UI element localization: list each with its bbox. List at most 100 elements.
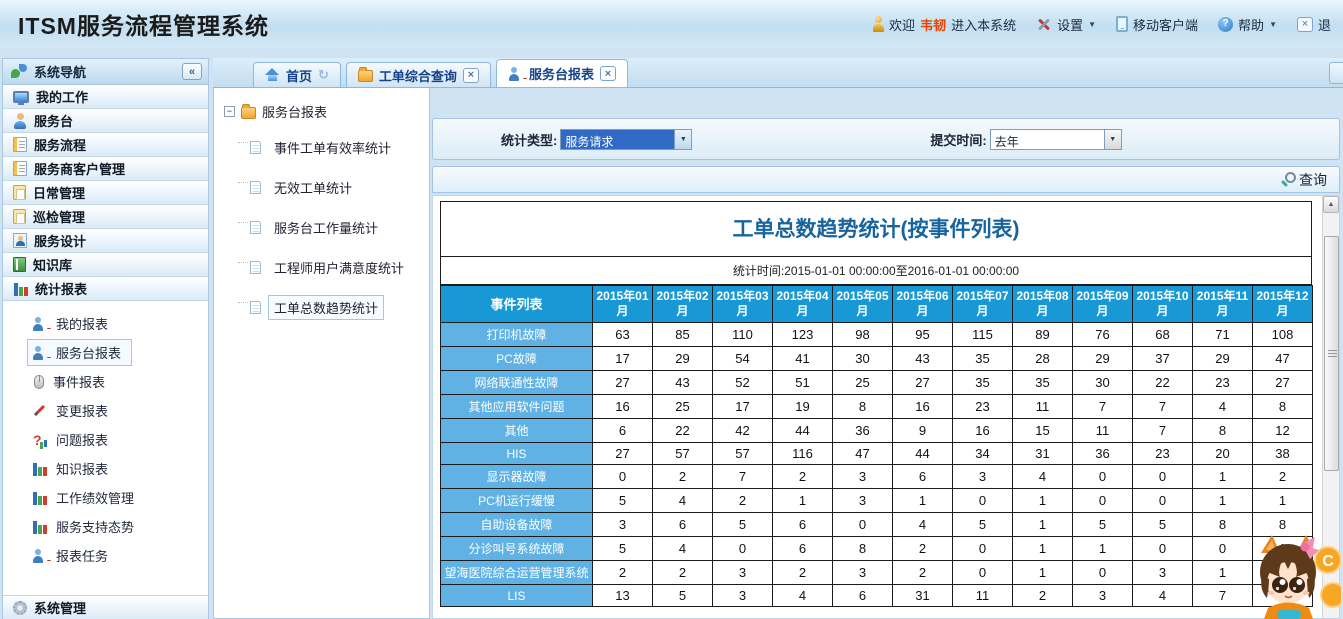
table-corner-header: 事件列表 [441, 286, 593, 323]
sidebar-item[interactable]: 服务设计 [3, 229, 208, 253]
person-report-icon [32, 316, 47, 332]
value-cell: 57 [653, 443, 713, 465]
tab-close-icon[interactable]: × [600, 66, 616, 81]
table-body: 打印机故障6385110123989511589766871108PC故障172… [441, 323, 1313, 607]
table-row: 自助设备故障365604515588 [441, 513, 1313, 537]
vertical-scrollbar[interactable]: ▲ [1322, 196, 1339, 618]
content-row: − 服务台报表 事件工单有效率统计无效工单统计服务台工作量统计工程师用户满意度统… [213, 88, 1343, 619]
tree-item[interactable]: 工程师用户满意度统计 [250, 255, 429, 280]
tree-root-node[interactable]: − 服务台报表 [224, 102, 429, 121]
sidebar-subitem-label: 事件报表 [53, 372, 105, 391]
app-title: ITSM服务流程管理系统 [18, 7, 269, 41]
sidebar-item-label: 知识库 [33, 255, 72, 274]
value-cell: 63 [593, 323, 653, 347]
value-cell: 11 [1013, 395, 1073, 419]
sidebar-subitem-inner: 事件报表 [27, 368, 116, 395]
tree-collapse-icon[interactable]: − [224, 106, 235, 117]
sidebar-item-label: 日常管理 [33, 183, 85, 202]
sidebar-item[interactable]: 日常管理 [3, 181, 208, 205]
chevron-down-icon[interactable]: ▼ [1104, 130, 1121, 149]
row-label-cell: LIS [441, 585, 593, 607]
value-cell: 43 [893, 347, 953, 371]
sidebar-item[interactable]: 服务台 [3, 109, 208, 133]
sidebar-subitem[interactable]: 变更报表 [3, 396, 208, 425]
tab-active[interactable]: 服务台报表× [496, 59, 628, 87]
mobile-client-menu[interactable]: 移动客户端 [1116, 15, 1198, 34]
statistic-type-select[interactable]: 服务请求 ▼ [560, 129, 692, 150]
value-cell: 12 [1253, 419, 1313, 443]
sidebar-subitem[interactable]: 工作绩效管理 [3, 483, 208, 512]
bar-chart-icon [32, 519, 47, 534]
refresh-icon[interactable]: ↻ [318, 67, 329, 83]
value-cell: 0 [713, 537, 773, 561]
value-cell: 1 [1253, 537, 1313, 561]
sidebar-item[interactable]: 服务商客户管理 [3, 157, 208, 181]
sidebar-item-system-admin[interactable]: 系统管理 [3, 596, 208, 619]
sidebar-item[interactable]: 巡检管理 [3, 205, 208, 229]
value-cell: 4 [773, 585, 833, 607]
value-cell: 108 [1253, 323, 1313, 347]
sidebar-subitem[interactable]: 事件报表 [3, 367, 208, 396]
value-cell: 43 [653, 371, 713, 395]
tree-item-label: 无效工单统计 [268, 175, 358, 200]
scroll-up-button[interactable]: ▲ [1323, 196, 1339, 213]
value-cell: 8 [833, 395, 893, 419]
settings-menu[interactable]: 设置 ▼ [1036, 15, 1096, 34]
help-menu[interactable]: 帮助 ▼ [1218, 15, 1277, 34]
report-title: 工单总数趋势统计(按事件列表) [440, 201, 1312, 256]
tree-item-label: 事件工单有效率统计 [268, 135, 397, 160]
value-cell: 54 [713, 347, 773, 371]
tab-close-icon[interactable]: × [463, 68, 479, 83]
tab-item[interactable]: 首页↻ [253, 62, 341, 87]
value-cell: 4 [893, 513, 953, 537]
document-icon [250, 261, 261, 274]
query-button[interactable]: 查询 [1280, 170, 1327, 190]
sidebar-subitem[interactable]: 服务支持态势 [3, 512, 208, 541]
submit-time-select[interactable]: 去年 ▼ [990, 129, 1122, 150]
value-cell: 4 [1013, 465, 1073, 489]
value-cell: 6 [833, 585, 893, 607]
value-cell: 27 [893, 371, 953, 395]
chevron-down-icon[interactable]: ▼ [674, 130, 691, 149]
tab-overflow-button[interactable] [1329, 62, 1343, 84]
value-cell: 3 [953, 465, 1013, 489]
sidebar-subitem[interactable]: 问题报表 [3, 425, 208, 454]
row-label-cell: HIS [441, 443, 593, 465]
value-cell: 19 [773, 395, 833, 419]
tree-item[interactable]: 服务台工作量统计 [250, 215, 429, 240]
sidebar-item[interactable]: 统计报表 [3, 277, 208, 301]
settings-label: 设置 [1057, 15, 1083, 34]
table-month-header: 2015年03月 [713, 286, 773, 323]
table-row: HIS2757571164744343136232038 [441, 443, 1313, 465]
sidebar-item[interactable]: 我的工作 [3, 85, 208, 109]
chevron-down-icon: ▼ [1088, 20, 1096, 29]
logout-menu[interactable]: × 退 [1297, 15, 1331, 34]
scrollbar-thumb[interactable] [1324, 236, 1339, 471]
bar-chart-icon [32, 461, 47, 476]
table-month-header: 2015年09月 [1073, 286, 1133, 323]
value-cell: 71 [1193, 323, 1253, 347]
sidebar-subitem[interactable]: 报表任务 [3, 541, 208, 570]
table-month-header: 2015年08月 [1013, 286, 1073, 323]
sidebar-subitem[interactable]: 我的报表 [3, 309, 208, 338]
tab-item[interactable]: 工单综合查询× [346, 62, 491, 87]
bar-chart-icon [32, 490, 47, 505]
sidebar-collapse-button[interactable]: « [182, 63, 202, 80]
sidebar-subitem[interactable]: 知识报表 [3, 454, 208, 483]
folder-icon [241, 107, 256, 119]
value-cell: 1 [1253, 489, 1313, 513]
value-cell: 42 [713, 419, 773, 443]
sidebar-item[interactable]: 知识库 [3, 253, 208, 277]
document-icon [250, 221, 261, 234]
sidebar-subitem[interactable]: 服务台报表 [3, 338, 208, 367]
value-cell: 1 [1013, 513, 1073, 537]
tree-item[interactable]: 事件工单有效率统计 [250, 135, 429, 160]
tree-item[interactable]: 工单总数趋势统计 [250, 295, 429, 320]
value-cell: 4 [653, 489, 713, 513]
sidebar-subitem-inner: 报表任务 [27, 542, 119, 569]
value-cell: 5 [953, 513, 1013, 537]
tree-item[interactable]: 无效工单统计 [250, 175, 429, 200]
value-cell: 3 [833, 561, 893, 585]
value-cell: 1 [1013, 561, 1073, 585]
sidebar-item[interactable]: 服务流程 [3, 133, 208, 157]
